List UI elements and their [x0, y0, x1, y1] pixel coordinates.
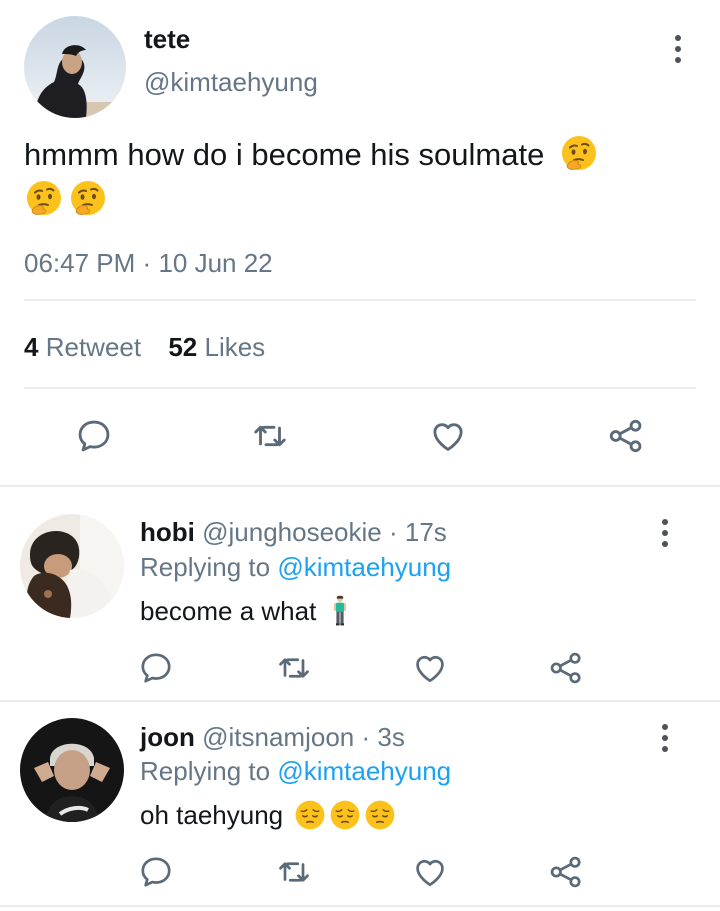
like-button[interactable] — [408, 646, 452, 690]
reply-text: become a what — [140, 595, 348, 627]
share-icon — [548, 650, 584, 686]
avatar-joon[interactable] — [20, 718, 124, 822]
thinking-face-emoji — [68, 179, 108, 219]
replying-to: Replying to @kimtaehyung — [140, 552, 451, 582]
tweet-time: 06:47 PM — [24, 248, 136, 278]
replying-label: Replying to — [140, 552, 271, 582]
divider — [24, 387, 696, 389]
tweet-text-body: hmmm how do i become his soulmate — [24, 137, 545, 172]
share-icon — [607, 417, 645, 455]
replying-to-link[interactable]: @kimtaehyung — [277, 552, 451, 582]
retweet-icon — [251, 417, 289, 455]
retweet-button[interactable] — [272, 646, 316, 690]
pensive-face-emoji — [294, 799, 326, 831]
divider — [24, 299, 696, 301]
section-divider — [0, 700, 720, 702]
reply-handle[interactable]: @junghoseokie — [202, 517, 382, 547]
avatar-tete[interactable] — [24, 16, 126, 118]
reply-text: oh taehyung — [140, 798, 396, 832]
retweet-button[interactable] — [272, 850, 316, 894]
reply-header: joon @itsnamjoon · 3s — [140, 722, 405, 752]
replying-label: Replying to — [140, 756, 271, 786]
reply-text-body: oh taehyung — [140, 800, 284, 830]
like-button[interactable] — [426, 414, 470, 458]
like-button[interactable] — [408, 850, 452, 894]
retweet-count: 4 — [24, 332, 39, 362]
share-button[interactable] — [604, 414, 648, 458]
pensive-face-emoji — [329, 799, 361, 831]
more-options-icon[interactable] — [673, 35, 683, 63]
reply-button[interactable] — [72, 414, 116, 458]
reply-text-body: become a what — [140, 596, 317, 626]
reply-display-name[interactable]: hobi — [140, 517, 195, 547]
engagement-stats: 4 Retweet 52 Likes — [24, 332, 265, 362]
reply-icon — [138, 854, 174, 890]
reply-handle[interactable]: @itsnamjoon — [202, 722, 354, 752]
section-divider — [0, 905, 720, 907]
pensive-face-emoji — [364, 799, 396, 831]
timestamp[interactable]: 06:47 PM · 10 Jun 22 — [24, 248, 273, 278]
more-options-icon[interactable] — [660, 519, 670, 547]
more-options-icon[interactable] — [660, 724, 670, 752]
share-button[interactable] — [544, 850, 588, 894]
retweet-button[interactable] — [248, 414, 292, 458]
likes-count: 52 — [168, 332, 198, 362]
reply-icon — [138, 650, 174, 686]
thinking-face-emoji — [24, 179, 64, 219]
heart-icon — [412, 854, 448, 890]
timestamp-separator: · — [142, 248, 152, 278]
reply-display-name[interactable]: joon — [140, 722, 195, 752]
likes-label: Likes — [204, 332, 266, 362]
reply-button[interactable] — [134, 850, 178, 894]
heart-icon — [412, 650, 448, 686]
tweet-text: hmmm how do i become his soulmate — [24, 133, 696, 221]
replying-to: Replying to @kimtaehyung — [140, 756, 451, 786]
reply-age: · 3s — [361, 722, 405, 752]
share-icon — [548, 854, 584, 890]
replying-to-link[interactable]: @kimtaehyung — [277, 756, 451, 786]
handle[interactable]: @kimtaehyung — [144, 67, 318, 97]
retweet-label: Retweet — [45, 332, 142, 362]
retweet-icon — [276, 854, 312, 890]
heart-icon — [429, 417, 467, 455]
tweet-date: 10 Jun 22 — [158, 248, 273, 278]
likes-stat[interactable]: 52 Likes — [168, 332, 265, 362]
reply-button[interactable] — [134, 646, 178, 690]
person-standing-emoji — [332, 595, 348, 627]
display-name[interactable]: tete — [144, 24, 190, 54]
section-divider — [0, 485, 720, 487]
retweet-icon — [276, 650, 312, 686]
reply-age: · 17s — [388, 517, 447, 547]
reply-header: hobi @junghoseokie · 17s — [140, 517, 447, 547]
reply-icon — [75, 417, 113, 455]
retweet-stat[interactable]: 4 Retweet — [24, 332, 141, 362]
thinking-face-emoji — [559, 134, 599, 174]
share-button[interactable] — [544, 646, 588, 690]
avatar-hobi[interactable] — [20, 514, 124, 618]
